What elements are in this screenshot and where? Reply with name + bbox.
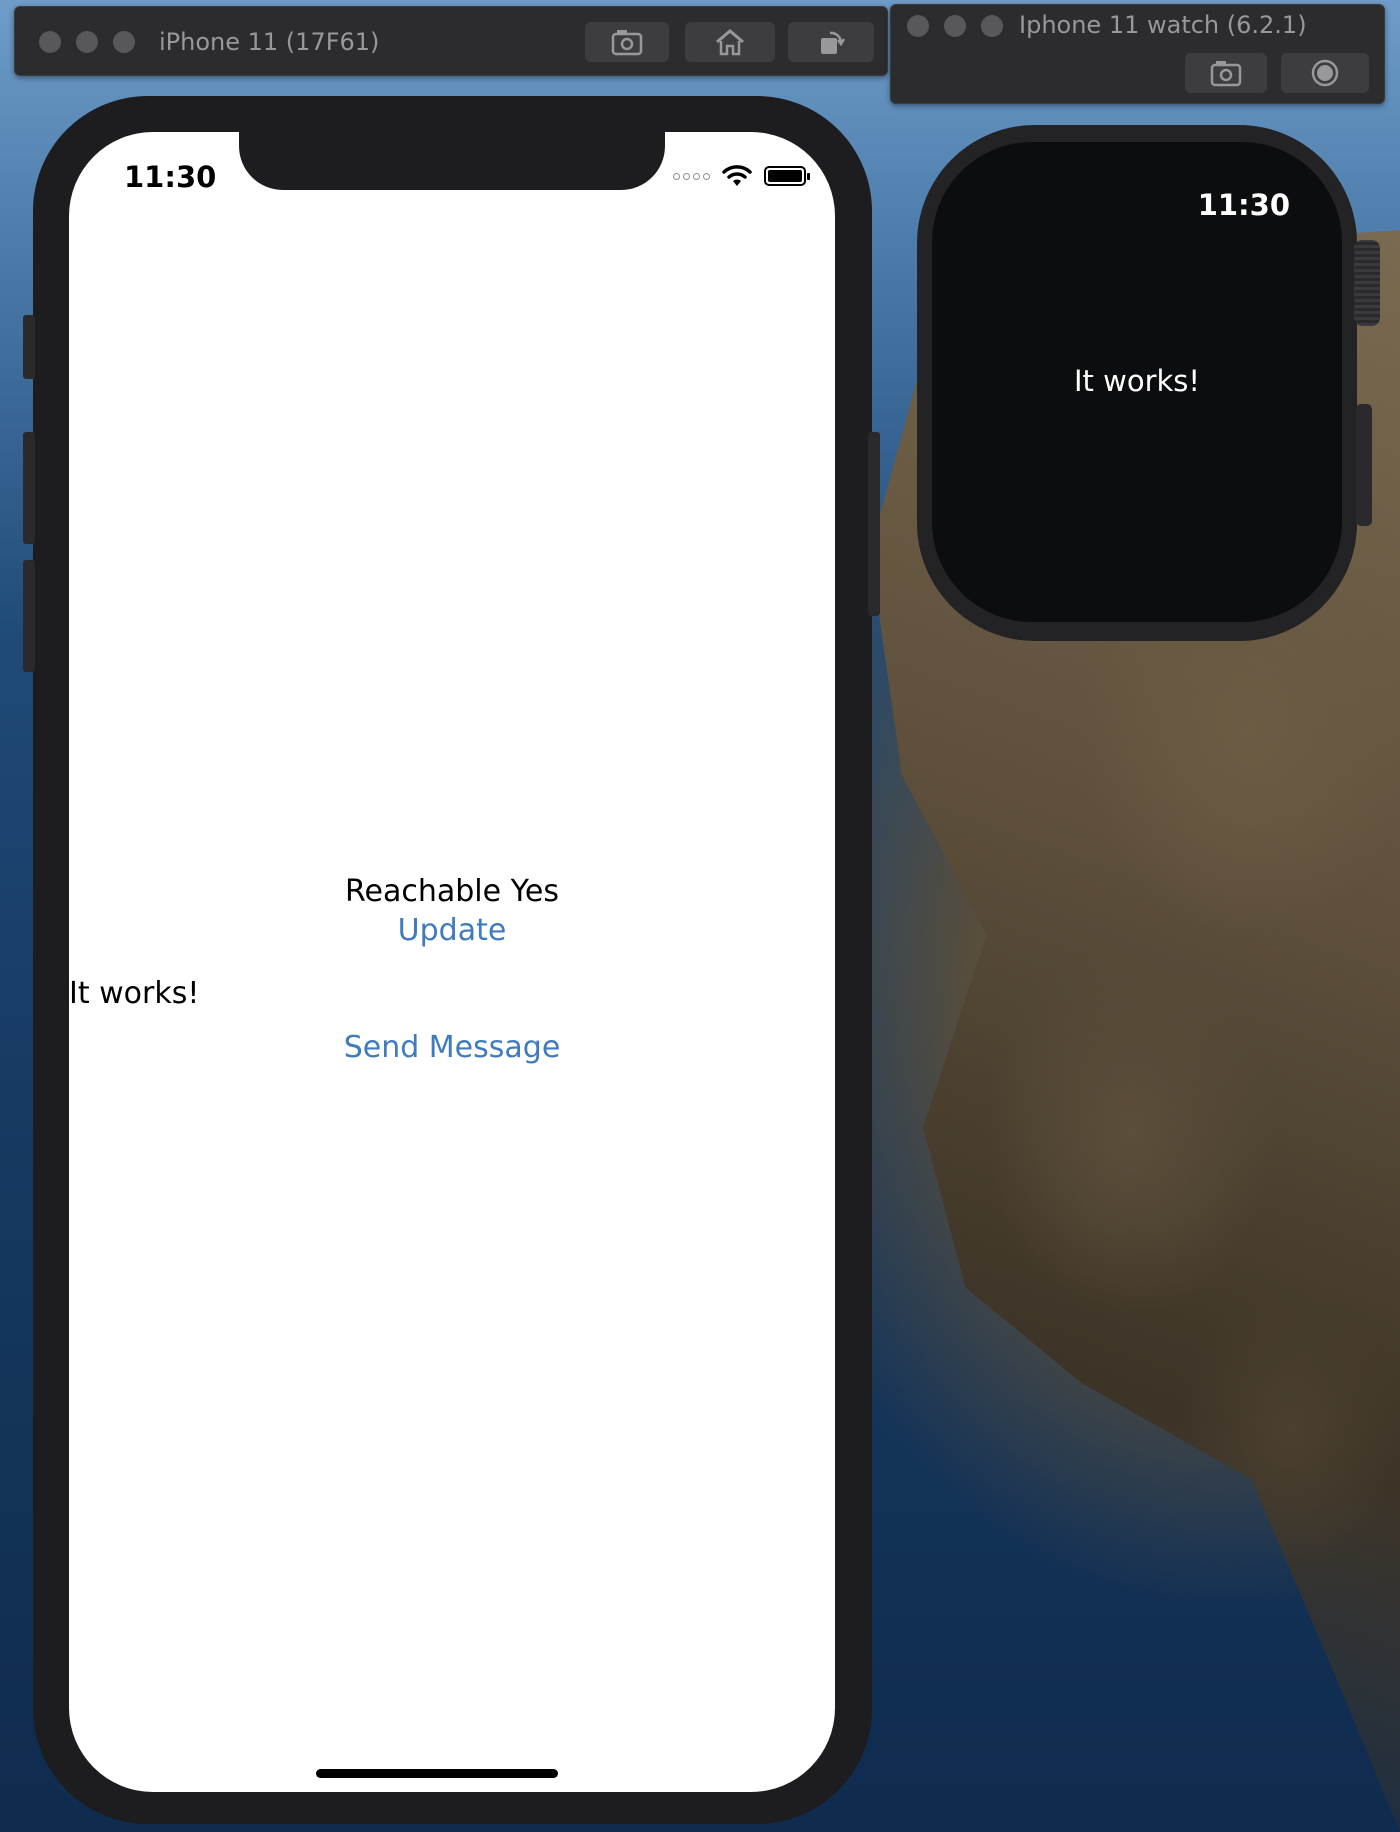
update-button[interactable]: Update (69, 913, 835, 948)
window-close-button[interactable] (39, 31, 61, 53)
phone-side-button (868, 432, 880, 616)
status-bar-time: 11:30 (124, 160, 217, 194)
watch-digital-crown[interactable] (1354, 240, 1380, 326)
phone-volume-up (23, 432, 35, 544)
window-zoom-button[interactable] (113, 31, 135, 53)
phone-notch (239, 132, 665, 190)
record-icon (1311, 59, 1339, 87)
watch-side-button[interactable] (1356, 404, 1372, 526)
phone-simulator-toolbar: iPhone 11 (17F61) (14, 6, 888, 76)
watch-window-zoom-button[interactable] (981, 15, 1003, 37)
phone-rotate-button[interactable] (788, 22, 874, 62)
watch-window-close-button[interactable] (907, 15, 929, 37)
watch-time: 11:30 (1197, 188, 1290, 222)
phone-home-button[interactable] (685, 22, 775, 62)
screenshot-icon (1210, 61, 1242, 87)
watch-record-button[interactable] (1281, 53, 1369, 93)
status-bar-indicators (673, 164, 810, 188)
phone-silent-switch (23, 315, 35, 379)
phone-screen: 11:30 Reachable Yes Update It works! Sen… (69, 132, 835, 1792)
home-icon (716, 29, 744, 56)
wifi-icon (722, 165, 752, 186)
received-message-label: It works! (69, 976, 200, 1011)
window-minimize-button[interactable] (76, 31, 98, 53)
rotate-icon (821, 31, 846, 54)
phone-simulator-title: iPhone 11 (17F61) (159, 28, 380, 56)
home-indicator[interactable] (316, 1769, 558, 1778)
watch-screen: 11:30 It works! (932, 142, 1342, 622)
watch-screenshot-button[interactable] (1185, 53, 1267, 93)
watch-simulator-title: Iphone 11 watch (6.2.1) (1019, 11, 1307, 39)
battery-icon (764, 166, 810, 186)
cellular-signal-icon (673, 172, 710, 180)
watch-simulator-toolbar: Iphone 11 watch (6.2.1) (890, 4, 1385, 104)
reachable-status-label: Reachable Yes (344, 874, 560, 909)
watch-message-label: It works! (1073, 364, 1201, 398)
phone-screenshot-button[interactable] (585, 22, 669, 62)
phone-volume-down (23, 560, 35, 672)
watch-window-minimize-button[interactable] (944, 15, 966, 37)
screenshot-icon (611, 30, 643, 56)
send-message-button[interactable]: Send Message (69, 1030, 835, 1065)
